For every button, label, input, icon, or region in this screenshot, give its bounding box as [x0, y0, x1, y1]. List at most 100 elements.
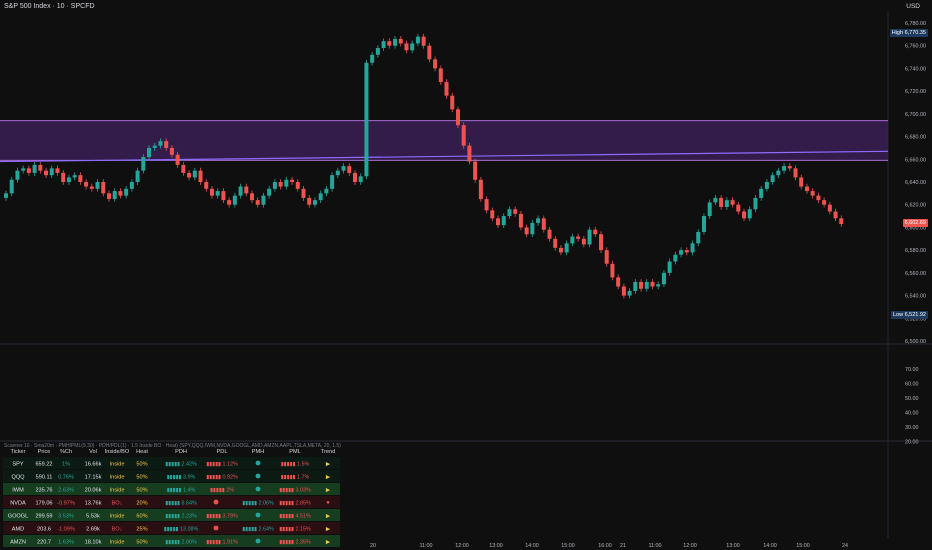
candle-body — [724, 200, 729, 207]
candle-body — [341, 166, 346, 171]
high-value: 6,770.35 — [904, 30, 926, 36]
scanner-header-price: Price — [38, 449, 51, 455]
scanner-change: 1.63% — [58, 540, 74, 546]
scanner-pdh: ▮▮▮▮▮ 2.42% — [165, 462, 197, 468]
candle-body — [656, 284, 661, 287]
candle-body — [147, 147, 152, 158]
scanner-ticker: QQQ — [11, 475, 25, 481]
candle-body — [9, 179, 14, 194]
currency-label[interactable]: USD — [906, 3, 920, 10]
time-tick: 15:00 — [561, 543, 575, 549]
candle-body — [564, 243, 569, 253]
candle-body — [787, 166, 792, 169]
candle-body — [473, 161, 478, 180]
candle-body — [404, 43, 409, 51]
candle-body — [15, 170, 20, 180]
candle-body — [690, 243, 695, 253]
candle-body — [118, 191, 123, 196]
candle-body — [455, 109, 460, 126]
candle-body — [507, 209, 512, 217]
candle-body — [238, 186, 243, 196]
candle-body — [673, 254, 678, 262]
candle-body — [604, 250, 609, 264]
indicator-tick: 30.00 — [905, 425, 919, 431]
candle-body — [627, 291, 632, 296]
candle-body — [478, 179, 483, 200]
scanner-pml: ▮▮▮▮▮ 3.03% — [279, 488, 311, 494]
price-tick: 6,700.00 — [905, 112, 926, 118]
scanner-ticker: SPY — [12, 462, 23, 468]
scanner-volume: 13.76k — [85, 501, 102, 507]
candle-body — [49, 168, 54, 176]
candle-body — [55, 168, 60, 173]
price-tick: 6,540.00 — [905, 294, 926, 300]
candle-body — [72, 175, 77, 178]
scanner-pml: ▮▮▮▮▮ 2.85% — [279, 501, 311, 507]
scanner-change: 2.63% — [58, 488, 74, 494]
candle-body — [375, 47, 380, 55]
scanner-pml: ▮▮▮▮▮ 2.35% — [279, 540, 311, 546]
time-tick: 12:00 — [455, 543, 469, 549]
scanner-pdl-dot — [213, 499, 219, 505]
candle-body — [593, 229, 598, 235]
candle-body — [410, 43, 415, 51]
price-tick: 6,660.00 — [905, 157, 926, 163]
chart-canvas[interactable]: 6,780.00 6,760.00 6,740.00 6,720.00 6,700.00… — [0, 0, 932, 550]
candle-body — [621, 286, 626, 296]
candle-body — [536, 218, 541, 223]
candle-body — [101, 182, 106, 194]
indicator-tick: 40.00 — [905, 411, 919, 417]
candle-body — [804, 186, 809, 192]
candle-body — [822, 200, 827, 205]
scanner-price: 590.11 — [36, 475, 53, 481]
candle-body — [84, 182, 89, 187]
candle-body — [701, 216, 706, 232]
scanner-pdl-dot — [213, 525, 219, 531]
candle-body — [158, 141, 163, 146]
scanner-change: 1% — [62, 462, 70, 468]
candle-body — [421, 36, 426, 46]
scanner-header-insidebo: Inside/BO — [105, 449, 130, 455]
candle-body — [250, 193, 255, 201]
scanner-heat: 50% — [136, 488, 147, 494]
candle-body — [272, 182, 277, 189]
scanner-ticker: AMD — [12, 527, 24, 533]
scanner-pdh: ▮▮▮▮▮ 3.9% — [167, 475, 196, 481]
time-tick: 11:00 — [648, 543, 661, 549]
scanner-header-vol: Vol — [89, 449, 97, 455]
candle-body — [215, 191, 220, 196]
candle-body — [444, 82, 449, 96]
candle-body — [610, 263, 615, 278]
candle-body — [32, 164, 37, 173]
candle-body — [816, 195, 821, 201]
candle-body — [44, 170, 49, 176]
indicator-tick: 60.00 — [905, 382, 919, 388]
candle-body — [301, 188, 306, 198]
candle-body — [192, 170, 197, 178]
scanner-header-pdh: PDH — [175, 449, 187, 455]
candle-body — [169, 147, 174, 155]
high-label: High — [891, 30, 904, 36]
candle-body — [278, 182, 283, 187]
chart-title[interactable]: S&P 500 Index · 10 · SPCFD — [4, 3, 95, 10]
scanner-pdl: ▮▮▮▮▮ 2% — [210, 488, 234, 494]
scanner-volume: 17.15k — [85, 475, 102, 481]
scanner-ticker: IWM — [12, 488, 24, 494]
candle-body — [679, 250, 684, 255]
scanner-trend: ▶ — [326, 514, 331, 520]
scanner-pdh: ▮▮▮▮▮ 2.00% — [165, 540, 197, 546]
candle-body — [776, 170, 781, 176]
scanner-label: Scanner 10 · Sma20m · PMH/PML(9,30) · PD… — [4, 443, 341, 449]
scanner-change: 3.53% — [58, 514, 74, 520]
candle-body — [129, 182, 134, 189]
candle-body — [364, 62, 369, 177]
scanner-state: Inside — [110, 488, 125, 494]
scanner-pml: ▮▮▮▮▮ 1.7% — [281, 475, 310, 481]
candle-body — [793, 168, 798, 178]
candle-body — [450, 95, 455, 110]
scanner-heat: 50% — [136, 462, 147, 468]
scanner-pml: ▮▮▮▮▮ 2.15% — [279, 527, 311, 533]
candle-body — [833, 211, 838, 219]
scanner-trend: ▶ — [326, 475, 331, 481]
scanner-trend: ▶ — [326, 462, 331, 468]
